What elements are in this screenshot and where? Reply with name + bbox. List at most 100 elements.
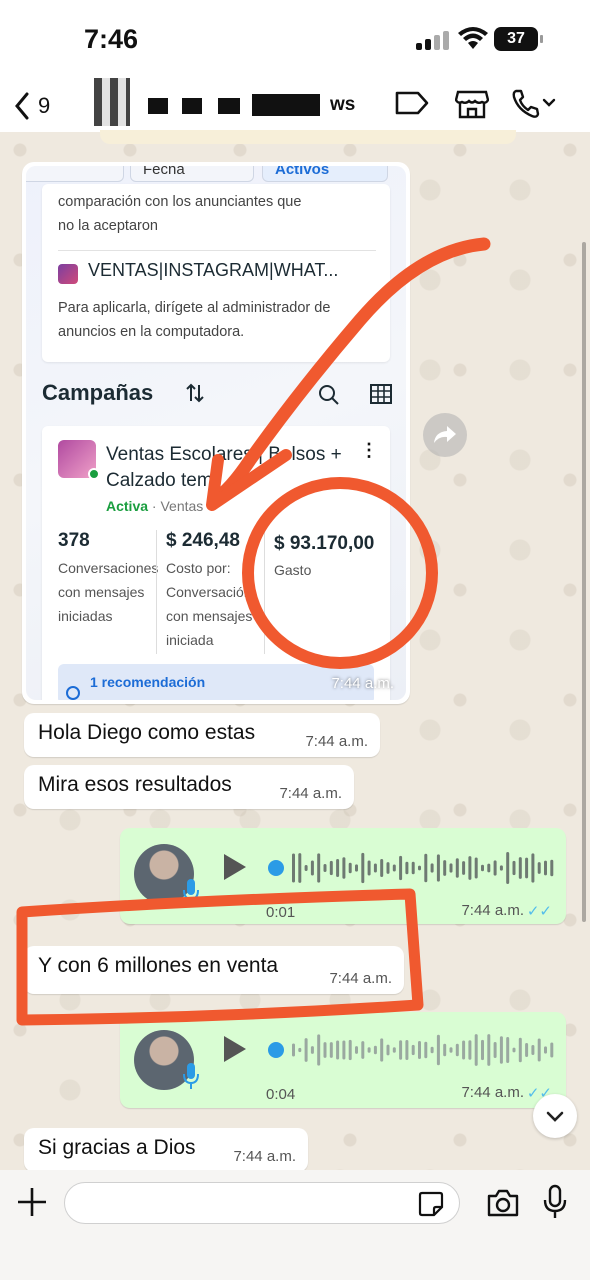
message-text: Mira esos resultados: [38, 773, 232, 796]
waveform-bar: [462, 1040, 466, 1060]
incoming-message[interactable]: Mira esos resultados 7:44 a.m.: [24, 765, 354, 809]
waveform-bar: [317, 853, 321, 883]
incoming-message[interactable]: Si gracias a Dios 7:44 a.m.: [24, 1128, 308, 1172]
waveform-bar: [292, 853, 295, 883]
waveform-bar: [544, 860, 547, 876]
filter-tabs: Fecha Activos: [26, 166, 394, 184]
waveform-bar: [380, 859, 384, 877]
waveform-bar: [443, 860, 447, 876]
audio-waveform[interactable]: [268, 1030, 590, 1070]
message-time: 7:44 a.m.: [279, 785, 342, 802]
stat-spend: $ 93.170,00 Gasto: [274, 533, 375, 578]
label-icon[interactable]: [394, 88, 430, 118]
waveform-bar: [329, 860, 333, 876]
camera-icon[interactable]: [486, 1188, 520, 1218]
forward-button[interactable]: [423, 413, 467, 457]
microphone-icon[interactable]: [542, 1184, 568, 1220]
waveform-bar: [424, 853, 428, 883]
phone-icon[interactable]: [510, 88, 558, 120]
contact-avatar[interactable]: [94, 78, 130, 126]
waveform-bar: [525, 857, 529, 879]
waveform-bar: [430, 1046, 434, 1054]
waveform-bar: [386, 1044, 390, 1056]
waveform-bar: [518, 1037, 522, 1063]
waveform-bar: [544, 1046, 547, 1054]
waveform-bar: [336, 1040, 340, 1060]
waveform-bar: [361, 1041, 365, 1059]
waveform-bar: [499, 865, 503, 871]
audio-waveform[interactable]: [268, 848, 590, 888]
waveform-bar: [392, 864, 396, 872]
waveform-bar: [298, 1047, 302, 1053]
play-button[interactable]: [224, 854, 246, 880]
waveform-bar: [342, 857, 346, 879]
waveform-bar: [348, 862, 352, 874]
battery-indicator: 37: [494, 27, 543, 51]
campaign-objective: Ventas: [160, 498, 204, 514]
waveform-bar: [512, 1047, 516, 1053]
stat-conversations: 378 Conversaciones con mensajes iniciada…: [58, 530, 159, 624]
account-name: VENTAS|INSTAGRAM|WHAT...: [88, 260, 339, 280]
message-input[interactable]: [64, 1182, 460, 1224]
waveform-bar: [304, 1038, 308, 1062]
waveform-bar: [449, 863, 453, 873]
waveform-bar: [411, 861, 415, 875]
waveform-bar: [550, 859, 554, 877]
plus-icon[interactable]: [16, 1186, 48, 1218]
waveform-bar: [481, 864, 484, 872]
waveform-bar: [506, 1037, 510, 1063]
waveform-bar: [317, 1034, 321, 1066]
waveform-bar: [531, 853, 535, 883]
message-time: 7:44 a.m.: [461, 1084, 524, 1101]
search-icon: [319, 385, 339, 405]
waveform-bar: [411, 1044, 415, 1056]
waveform-bar: [487, 1034, 491, 1066]
chevron-down-icon: [546, 1111, 564, 1122]
recommendation-banner: 1 recomendación: [58, 664, 374, 700]
arrow-up-icon: [66, 686, 80, 700]
waveform-bar: [468, 1040, 472, 1060]
chat-header: 9 ws: [0, 78, 590, 132]
waveform-bar: [323, 864, 327, 872]
image-message[interactable]: Fecha Activos comparación con los anunci…: [22, 162, 410, 704]
campaign-card: Ventas Escolares | Bolsos + Calzado tem …: [42, 426, 390, 700]
voice-message[interactable]: 0:01 7:44 a.m. ✓✓: [120, 828, 566, 924]
waveform-bar: [455, 858, 459, 878]
waveform-bar: [304, 865, 308, 871]
waveform-bar: [392, 1047, 396, 1053]
ads-manager-screenshot[interactable]: Fecha Activos comparación con los anunci…: [26, 166, 406, 700]
back-button[interactable]: 9: [14, 86, 74, 126]
waveform-bar: [550, 1042, 554, 1058]
campaign-name: Ventas Escolares | Bolsos + Calzado tem: [106, 444, 342, 491]
waveform-bar: [436, 854, 440, 882]
waveform-bar: [373, 1045, 377, 1055]
waveform-bar: [348, 1039, 352, 1061]
play-button[interactable]: [224, 1036, 246, 1062]
sticker-icon[interactable]: [418, 1191, 444, 1217]
scroll-down-button[interactable]: [533, 1094, 577, 1138]
card-hint: Para aplicarla, dirígete al administrado…: [58, 300, 331, 340]
status-bar: 7:46 37: [0, 0, 590, 80]
waveform-bar: [310, 860, 314, 876]
recommendation-label: 1 recomendación: [90, 674, 206, 690]
table-icon: [370, 384, 392, 404]
sort-icon: [186, 383, 204, 403]
voice-message[interactable]: 0:04 7:44 a.m. ✓✓: [120, 1012, 566, 1108]
incoming-message[interactable]: Hola Diego como estas 7:44 a.m.: [24, 713, 380, 757]
incoming-message[interactable]: Y con 6 millones en venta 7:44 a.m.: [24, 946, 404, 994]
audio-duration: 0:01: [266, 904, 296, 921]
unread-count: 9: [38, 93, 51, 118]
account-avatar: [58, 264, 78, 284]
waveform-bar: [443, 1043, 447, 1057]
stat-cost: $ 246,48 Costo por: Conversación con men…: [166, 530, 253, 648]
waveform-bar: [481, 1039, 484, 1061]
store-icon[interactable]: [455, 88, 489, 120]
waveform-bar: [537, 862, 541, 874]
scrollbar[interactable]: [582, 242, 586, 922]
waveform-bar: [462, 861, 466, 875]
playhead-dot: [268, 1042, 284, 1058]
waveform-bar: [361, 852, 365, 884]
message-time: 7:44 a.m.: [461, 902, 524, 919]
waveform-bar: [474, 857, 478, 879]
pinned-banner[interactable]: [100, 130, 516, 144]
